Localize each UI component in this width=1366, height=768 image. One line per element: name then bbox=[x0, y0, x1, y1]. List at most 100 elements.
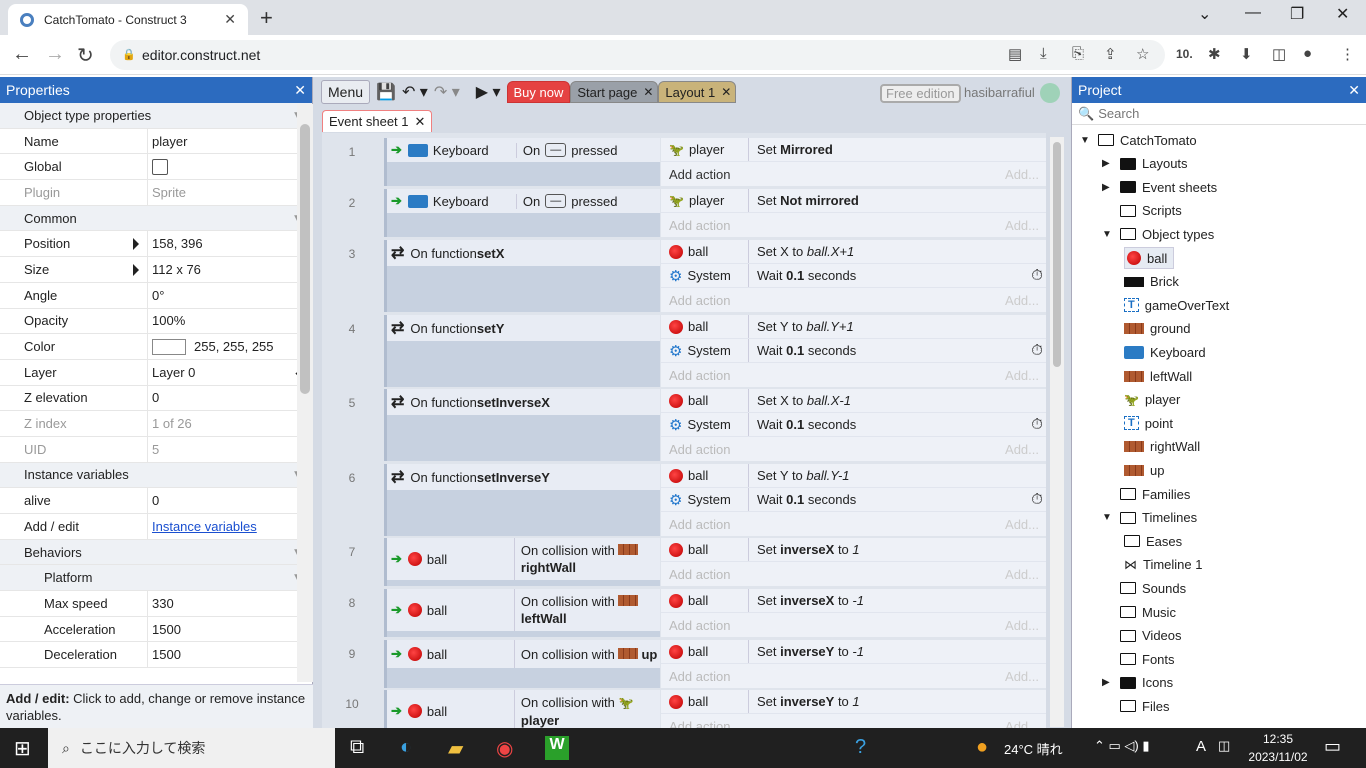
property-row[interactable]: Plugin Sprite bbox=[0, 180, 312, 206]
property-row[interactable]: UID 5 bbox=[0, 436, 312, 463]
action-row[interactable]: ball Set Y to ball.Y-1 bbox=[661, 464, 1046, 488]
property-row[interactable]: Angle 0° bbox=[0, 282, 312, 309]
tree-item[interactable]: Eases bbox=[1124, 530, 1182, 552]
tree-item[interactable]: Keyboard bbox=[1124, 341, 1206, 363]
property-row[interactable]: Add / edit Instance variables bbox=[0, 514, 312, 540]
condition-row[interactable]: ➔ ball On collision with leftWall bbox=[387, 589, 660, 631]
event-condition[interactable]: ➔ Keyboard On — pressed bbox=[384, 138, 660, 186]
condition-row[interactable]: ➔ ball On collision with rightWall bbox=[387, 538, 660, 580]
expand-arrow-icon[interactable] bbox=[133, 264, 139, 277]
property-value[interactable]: 5 bbox=[148, 442, 312, 457]
property-value[interactable]: 1500 bbox=[148, 647, 312, 662]
add-action-button[interactable]: Add action Add... bbox=[661, 213, 1046, 237]
action-row[interactable]: ball Set X to ball.X-1 bbox=[661, 389, 1046, 413]
property-value[interactable]: 0 bbox=[148, 390, 312, 405]
chevron-right-icon[interactable]: ▶ bbox=[1102, 182, 1114, 193]
add-action-button[interactable]: Add action Add... bbox=[661, 512, 1046, 536]
bookmark-star-icon[interactable]: ☆ bbox=[1136, 45, 1149, 63]
condition-row[interactable]: ⇄ On function setX bbox=[387, 240, 660, 266]
action-row[interactable]: 🦖 player Set Not mirrored bbox=[661, 189, 1046, 213]
project-search-input[interactable]: 🔍 Search bbox=[1072, 103, 1366, 125]
tree-item[interactable]: 🦖 player bbox=[1124, 389, 1180, 411]
clock-date[interactable]: 2023/11/02 bbox=[1244, 750, 1312, 764]
file-explorer-icon[interactable]: ▰ bbox=[448, 736, 463, 761]
event-condition[interactable]: ➔ ball On collision with 🦖 player bbox=[384, 690, 660, 728]
chevron-right-icon[interactable]: ▶ bbox=[1102, 677, 1114, 688]
chevron-right-icon[interactable]: ▶ bbox=[1102, 158, 1114, 169]
weather-text[interactable]: 24°C 晴れ bbox=[1004, 739, 1063, 758]
tab-event-sheet-1[interactable]: Event sheet 1 ✕ bbox=[322, 110, 433, 132]
add-action-button[interactable]: Add action Add... bbox=[661, 562, 1046, 586]
property-value[interactable]: Instance variables bbox=[148, 519, 312, 534]
property-value-text[interactable]: Instance variables bbox=[152, 519, 257, 534]
property-row[interactable]: Acceleration 1500 bbox=[0, 616, 312, 643]
windows-start-icon[interactable]: ⊞ bbox=[14, 736, 31, 761]
profile-avatar-icon[interactable]: ● bbox=[1303, 45, 1312, 62]
chevron-down-icon[interactable]: ▼ bbox=[1102, 512, 1114, 523]
close-project-icon[interactable]: ✕ bbox=[1348, 82, 1360, 99]
add-action-button[interactable]: Add action Add... bbox=[661, 714, 1046, 729]
maximize-icon[interactable]: ❐ bbox=[1290, 4, 1304, 24]
property-value[interactable]: 0 bbox=[148, 493, 312, 508]
condition-row[interactable]: ⇄ On function setY bbox=[387, 315, 660, 341]
buy-now-button[interactable]: Buy now bbox=[506, 81, 571, 103]
add-action-button[interactable]: Add action Add... bbox=[661, 437, 1046, 461]
tree-item[interactable]: Families bbox=[1102, 483, 1190, 505]
property-row[interactable]: Color 255, 255, 255 bbox=[0, 334, 312, 360]
close-window-icon[interactable]: ✕ bbox=[1336, 4, 1349, 24]
property-row[interactable]: Position 158, 396 bbox=[0, 231, 312, 258]
downloads-icon[interactable]: ⬇ bbox=[1240, 45, 1253, 63]
action-row[interactable]: ball Set Y to ball.Y+1 bbox=[661, 315, 1046, 339]
task-view-icon[interactable]: ⧉ bbox=[350, 736, 364, 759]
free-edition-badge[interactable]: Free edition bbox=[880, 84, 961, 103]
tree-item[interactable]: Brick bbox=[1124, 271, 1179, 293]
forward-icon[interactable]: → bbox=[45, 43, 65, 66]
add-action-button[interactable]: Add action Add... bbox=[661, 363, 1046, 387]
property-value[interactable]: Layer 0⌄ bbox=[148, 364, 312, 380]
tree-item[interactable]: Scripts bbox=[1102, 200, 1182, 222]
save-page-icon[interactable]: ⎘ bbox=[1072, 45, 1084, 62]
ime-icon[interactable]: ◫ bbox=[1218, 738, 1230, 754]
url-field[interactable]: 🔒 editor.construct.net bbox=[110, 40, 1165, 70]
property-value[interactable]: Sprite bbox=[148, 185, 312, 200]
event-condition[interactable]: ⇄ On function setX bbox=[384, 240, 660, 312]
close-properties-icon[interactable]: ✕ bbox=[294, 82, 306, 99]
browser-menu-icon[interactable]: ⋮ bbox=[1340, 45, 1355, 63]
username[interactable]: hasibarrafiul bbox=[964, 85, 1035, 100]
minimize-icon[interactable]: — bbox=[1245, 4, 1261, 22]
condition-row[interactable]: ➔ Keyboard On — pressed bbox=[387, 138, 660, 162]
back-icon[interactable]: ← bbox=[12, 43, 32, 66]
event-condition[interactable]: ⇄ On function setY bbox=[384, 315, 660, 387]
property-row[interactable]: Max speed 330 bbox=[0, 591, 312, 617]
property-value[interactable]: 255, 255, 255 bbox=[148, 338, 312, 355]
tree-item[interactable]: Tpoint bbox=[1124, 412, 1173, 434]
tree-item[interactable]: ▶ Event sheets bbox=[1102, 176, 1217, 198]
taskbar-search[interactable]: ⌕ ここに入力して検索 bbox=[48, 728, 335, 768]
clock-time[interactable]: 12:35 bbox=[1248, 732, 1308, 746]
property-value[interactable]: 158, 396 bbox=[148, 236, 312, 251]
action-row[interactable]: ball Set inverseX to -1 bbox=[661, 589, 1046, 613]
event-condition[interactable]: ➔ ball On collision with up bbox=[384, 640, 660, 688]
edge-icon[interactable]: ◐ bbox=[400, 736, 412, 759]
side-panel-icon[interactable]: ◫ bbox=[1272, 45, 1286, 63]
extension-badge[interactable]: 10. bbox=[1176, 47, 1193, 61]
tab-search-icon[interactable]: ⌄ bbox=[1198, 4, 1211, 24]
tree-item[interactable]: TgameOverText bbox=[1124, 294, 1229, 316]
tree-item[interactable]: Files bbox=[1102, 695, 1169, 717]
event-condition[interactable]: ➔ Keyboard On — pressed bbox=[384, 189, 660, 237]
condition-row[interactable]: ⇄ On function setInverseY bbox=[387, 464, 660, 490]
avatar[interactable] bbox=[1040, 83, 1060, 103]
tree-item[interactable]: Fonts bbox=[1102, 648, 1175, 670]
add-action-button[interactable]: Add action Add... bbox=[661, 162, 1046, 186]
condition-row[interactable]: ➔ ball On collision with 🦖 player bbox=[387, 690, 660, 728]
action-row[interactable]: ball Set inverseY to -1 bbox=[661, 640, 1046, 664]
help-icon[interactable]: ? bbox=[855, 736, 866, 759]
clipboard-icon[interactable]: ▤ bbox=[1008, 45, 1022, 63]
new-tab-icon[interactable]: + bbox=[260, 5, 273, 31]
property-value[interactable]: 1 of 26 bbox=[148, 416, 312, 431]
action-row[interactable]: ball Set inverseX to 1 bbox=[661, 538, 1046, 562]
extensions-icon[interactable]: ✱ bbox=[1208, 45, 1221, 63]
chevron-down-icon[interactable]: ▼ bbox=[1102, 229, 1114, 240]
tree-item[interactable]: ▶ Icons bbox=[1102, 672, 1173, 694]
event-sheet-scrollbar[interactable] bbox=[1050, 137, 1064, 727]
